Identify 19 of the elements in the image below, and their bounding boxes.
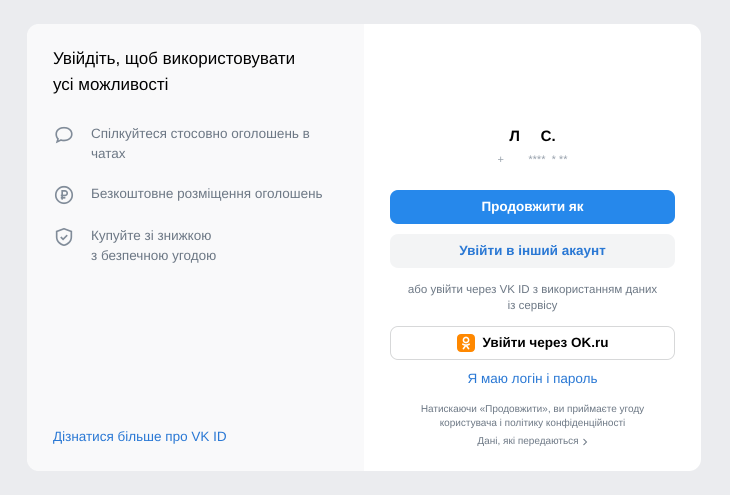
- vk-id-note: або увійти через VK ID з використанням даних із сервісу: [408, 283, 658, 314]
- account-name: Л С.: [509, 127, 556, 147]
- login-password-link[interactable]: Я маю логін і пароль: [467, 369, 598, 390]
- ruble-coin-icon: [53, 184, 75, 206]
- ok-logo-icon: [456, 334, 475, 352]
- promo-title: Увійдіть, щоб використовувати усі можливості: [53, 48, 296, 96]
- learn-more-link[interactable]: Дізнатися більше про VK ID: [53, 426, 227, 447]
- feature-text: Безкоштовне розміщення оголошень: [91, 185, 323, 203]
- shield-check-icon: [53, 226, 75, 248]
- chevron-right-icon: [582, 438, 588, 446]
- terms-text: Натискаючи «Продовжити», ви приймаєте угоду користувача і політику конфіденційності: [420, 403, 644, 432]
- feature-text: Купуйте зі знижкою з безпечною угодою: [91, 227, 216, 265]
- feature-text: Спілкуйтеся стосовно оголошень в чатах: [91, 125, 311, 163]
- other-account-button[interactable]: Увійти в інший акаунт: [390, 234, 675, 268]
- chat-bubble-icon: [53, 124, 75, 146]
- continue-button[interactable]: Продовжити як: [390, 190, 675, 224]
- transferred-data-link[interactable]: Дані, які передаються: [477, 434, 588, 450]
- ok-login-button[interactable]: Увійти через OK.ru: [390, 326, 675, 360]
- account-phone: + **** * **: [497, 152, 568, 168]
